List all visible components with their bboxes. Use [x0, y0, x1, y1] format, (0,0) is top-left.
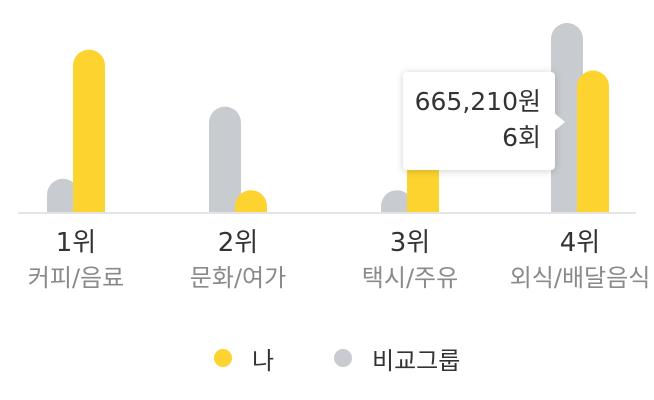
- legend-item-group[interactable]: 비교그룹: [334, 340, 460, 376]
- legend-swatch-me: [214, 349, 232, 367]
- category-label-3: 3위 택시/주유: [325, 228, 495, 293]
- category-label-4: 4위 외식/배달음식: [495, 228, 654, 293]
- category-rank: 3위: [389, 228, 431, 258]
- legend-swatch-group: [334, 349, 352, 367]
- category-rank: 1위: [55, 228, 97, 258]
- bar-me-4[interactable]: [577, 70, 609, 214]
- category-label-1: 1위 커피/음료: [0, 228, 161, 293]
- category-name: 문화/여가: [189, 264, 287, 292]
- legend-item-me[interactable]: 나: [214, 340, 274, 376]
- category-label-2: 2위 문화/여가: [153, 228, 323, 293]
- legend-label-me: 나: [252, 346, 275, 375]
- bar-group-2[interactable]: [209, 106, 241, 213]
- chart: 1위 커피/음료 2위 문화/여가 3위 택시/주유 4위 외식/배달음식 66…: [0, 0, 654, 400]
- tooltip-count: 6회: [502, 123, 541, 152]
- chart-legend: 나 비교그룹: [0, 340, 654, 376]
- category-name: 외식/배달음식: [509, 264, 651, 292]
- bar-me-1[interactable]: [73, 49, 105, 213]
- category-rank: 4위: [559, 228, 601, 258]
- tooltip-amount: 665,210원: [414, 87, 541, 116]
- tooltip-arrow: [553, 112, 565, 132]
- category-name: 커피/음료: [27, 264, 125, 292]
- category-rank: 2위: [217, 228, 259, 258]
- category-name: 택시/주유: [361, 264, 459, 292]
- legend-label-group: 비교그룹: [372, 346, 461, 375]
- bar-tooltip: 665,210원 6회: [403, 72, 555, 170]
